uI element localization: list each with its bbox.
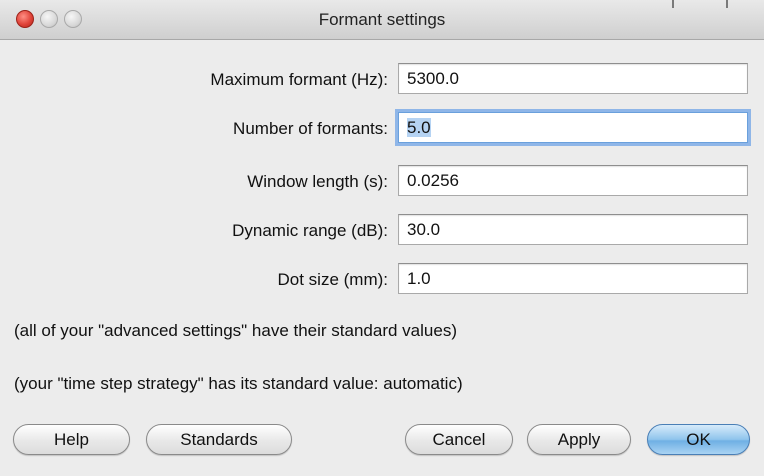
standards-button[interactable]: Standards [146,424,292,455]
ok-button[interactable]: OK [647,424,750,455]
title-bar[interactable]: Formant settings [0,0,764,40]
formant-settings-dialog: Formant settings Maximum formant (Hz): 5… [0,0,764,476]
window-length-field[interactable]: 0.0256 [398,165,748,196]
dot-size-label: Dot size (mm): [277,270,389,289]
help-button[interactable]: Help [13,424,130,455]
dynamic-range-field[interactable]: 30.0 [398,214,748,245]
dot-size-field[interactable]: 1.0 [398,263,748,294]
cancel-button[interactable]: Cancel [405,424,513,455]
time-step-note: (your "time step strategy" has its stand… [14,374,463,393]
apply-button[interactable]: Apply [527,424,631,455]
number-of-formants-label: Number of formants: [233,119,388,138]
maximum-formant-label: Maximum formant (Hz): [210,70,388,89]
window-length-label: Window length (s): [247,172,388,191]
window-title: Formant settings [318,10,446,29]
background-window-edge [726,0,728,8]
advanced-settings-note: (all of your "advanced settings" have th… [14,321,457,340]
dynamic-range-label: Dynamic range (dB): [232,221,388,240]
selected-text: 5.0 [407,118,431,137]
background-window-edge [672,0,674,8]
number-of-formants-field[interactable]: 5.0 [398,112,748,143]
maximum-formant-field[interactable]: 5300.0 [398,63,748,94]
